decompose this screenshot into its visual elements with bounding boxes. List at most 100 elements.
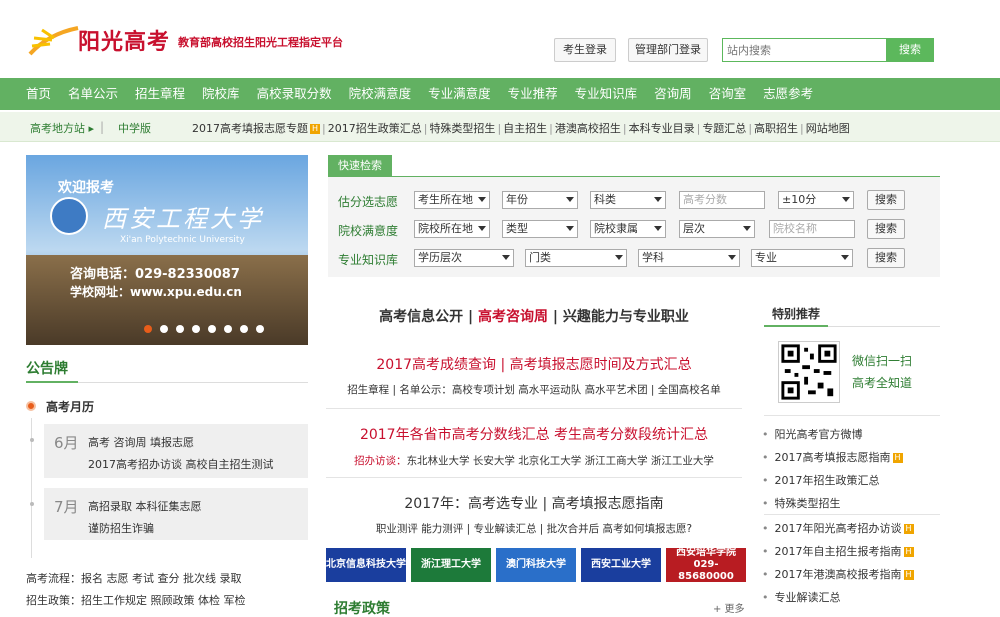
filter-select[interactable]: 学科 [638, 249, 740, 267]
carousel-dot[interactable] [160, 325, 168, 333]
filter-select[interactable]: ±10分 [778, 191, 854, 209]
recommend-list: 阳光高考官方微博2017高考填报志愿指南H2017年招生政策汇总特殊类型招生 [762, 423, 903, 515]
banner-school-name: 西安工程大学 [102, 205, 264, 233]
nav-item[interactable]: 招生章程 [135, 78, 185, 110]
search-button[interactable]: 搜索 [867, 248, 905, 268]
carousel-dot[interactable] [256, 325, 264, 333]
topic-link[interactable]: 网站地图 [806, 122, 850, 135]
topic-link[interactable]: 自主招生 [503, 122, 547, 135]
score-line-link[interactable]: 2017年各省市高考分数线汇总 考生高考分数段统计汇总 [326, 424, 742, 444]
nav-item[interactable]: 院校库 [202, 78, 240, 110]
nav-item[interactable]: 首页 [26, 78, 51, 110]
month-box: 6月 高考 咨询周 填报志愿 2017高考招办访谈 高校自主招生测试 [44, 424, 308, 478]
more-link[interactable]: + 更多 [713, 600, 745, 615]
nav-item[interactable]: 专业推荐 [508, 78, 558, 110]
recommend-item[interactable]: 2017年招生政策汇总 [762, 469, 903, 492]
school-logo[interactable]: 西安培华学院 029-85680000 [666, 547, 746, 582]
site-search-button[interactable]: 搜索 [886, 38, 934, 62]
school-logo[interactable]: 西安工业大学 [581, 548, 661, 582]
topic-link[interactable]: 2017招生政策汇总 [328, 122, 422, 135]
topic-link[interactable]: 专题汇总 [702, 122, 746, 135]
divider [764, 415, 940, 416]
interview-links[interactable]: 招办访谈：东北林业大学 长安大学 北京化工大学 浙江工商大学 浙江工业大学 [326, 453, 742, 468]
nav-item[interactable]: 咨询室 [709, 78, 747, 110]
search-button[interactable]: 搜索 [867, 219, 905, 239]
filter-select[interactable]: 类型 [502, 220, 578, 238]
assessment-links[interactable]: 职业测评 能力测评 | 专业解读汇总 | 批次合并后 高考如何填报志愿? [326, 521, 742, 536]
school-banner[interactable]: 欢迎报考 西安工程大学 Xi'an Polytechnic University… [26, 155, 308, 345]
filter-input[interactable]: 院校名称 [769, 220, 855, 238]
site-logo[interactable]: 阳光高考 教育部高校招生阳光工程指定平台 [28, 18, 343, 66]
carousel-dot[interactable] [240, 325, 248, 333]
policy-links[interactable]: 招生政策：招生工作规定 照顾政策 体检 军检 [26, 592, 246, 608]
site-search-input[interactable] [722, 38, 888, 62]
search-button[interactable]: 搜索 [867, 190, 905, 210]
region-stations-link[interactable]: 高考地方站 ▸ [30, 120, 94, 136]
month-items[interactable]: 高招录取 本科征集志愿 [88, 496, 202, 518]
major-guide-link[interactable]: 2017年：高考选专业 | 高考填报志愿指南 [326, 493, 742, 513]
carousel-dot[interactable] [208, 325, 216, 333]
admin-login-button[interactable]: 管理部门登录 [628, 38, 708, 62]
carousel-dot[interactable] [176, 325, 184, 333]
recommend-item[interactable]: 特殊类型招生 [762, 492, 903, 515]
recommend-item[interactable]: 2017年自主招生报考指南H [762, 540, 914, 563]
topic-link[interactable]: 特殊类型招生 [429, 122, 495, 135]
consult-week-link[interactable]: 高考咨询周 [478, 309, 548, 325]
filter-select[interactable]: 年份 [502, 191, 578, 209]
school-logo[interactable]: 浙江理工大学 [411, 548, 491, 582]
filter-select[interactable]: 科类 [590, 191, 666, 209]
logo-tagline: 教育部高校招生阳光工程指定平台 [178, 36, 343, 49]
school-logo[interactable]: 澳门科技大学 [496, 548, 576, 582]
student-login-button[interactable]: 考生登录 [554, 38, 616, 62]
month-items[interactable]: 高考 咨询周 填报志愿 [88, 432, 274, 454]
score-query-link[interactable]: 2017高考成绩查询 | 高考填报志愿时间及方式汇总 [326, 354, 742, 374]
hot-badge-icon: H [310, 124, 320, 134]
school-logo[interactable]: 北京信息科技大学 [326, 548, 406, 582]
filter-select[interactable]: 层次 [679, 220, 755, 238]
topic-link[interactable]: 港澳高校招生 [555, 122, 621, 135]
recommend-item[interactable]: 阳光高考官方微博 [762, 423, 903, 446]
topic-link[interactable]: 2017高考填报志愿专题 H [192, 122, 320, 135]
middle-school-link[interactable]: 中学版 [118, 120, 151, 136]
chevron-down-icon [566, 226, 574, 231]
filter-select[interactable]: 院校隶属 [590, 220, 666, 238]
month-items[interactable]: 2017高考招办访谈 高校自主招生测试 [88, 454, 274, 476]
nav-item[interactable]: 院校满意度 [349, 78, 412, 110]
chevron-down-icon [743, 226, 751, 231]
filter-select[interactable]: 学历层次 [414, 249, 514, 267]
charter-links[interactable]: 招生章程 | 名单公示：高校专项计划 高水平运动队 高水平艺术团 | 全国高校名… [326, 382, 742, 397]
filter-select[interactable]: 院校所在地 [414, 220, 490, 238]
filter-select[interactable]: 考生所在地 [414, 191, 490, 209]
topic-link[interactable]: 高职招生 [754, 122, 798, 135]
nav-item[interactable]: 咨询周 [654, 78, 692, 110]
filter-select[interactable]: 门类 [525, 249, 627, 267]
divider: | [322, 122, 326, 135]
filter-select[interactable]: 专业 [751, 249, 853, 267]
banner-tel: 咨询电话：029-82330087 [70, 267, 240, 282]
nav-item[interactable]: 专业满意度 [428, 78, 491, 110]
month-label: 6月 [54, 434, 79, 452]
recommend-item[interactable]: 2017年港澳高校报考指南H [762, 563, 914, 586]
recommend-item[interactable]: 2017高考填报志愿指南H [762, 446, 903, 469]
nav-item[interactable]: 专业知识库 [575, 78, 638, 110]
nav-item[interactable]: 高校录取分数 [257, 78, 332, 110]
recommend-item[interactable]: 2017年阳光高考招办访谈H [762, 517, 914, 540]
quick-search-tab[interactable]: 快速检索 [328, 155, 392, 177]
topic-link[interactable]: 本科专业目录 [629, 122, 695, 135]
nav-item[interactable]: 志愿参考 [763, 78, 813, 110]
info-open-link[interactable]: 高考信息公开 [379, 309, 463, 325]
carousel-dot[interactable] [144, 325, 152, 333]
filter-input[interactable]: 高考分数 [679, 191, 765, 209]
recommend-title: 特别推荐 [772, 307, 821, 321]
carousel-dot[interactable] [224, 325, 232, 333]
nav-item[interactable]: 名单公示 [68, 78, 118, 110]
section-underline [764, 325, 828, 327]
school-emblem-icon [50, 197, 88, 235]
carousel-dot[interactable] [192, 325, 200, 333]
interest-link[interactable]: 兴趣能力与专业职业 [563, 309, 689, 325]
recommend-item[interactable]: 专业解读汇总 [762, 586, 914, 609]
chevron-down-icon [615, 255, 623, 260]
chevron-down-icon [654, 197, 662, 202]
month-items[interactable]: 谨防招生诈骗 [88, 518, 202, 540]
exam-process-links[interactable]: 高考流程：报名 志愿 考试 查分 批次线 录取 [26, 570, 241, 586]
